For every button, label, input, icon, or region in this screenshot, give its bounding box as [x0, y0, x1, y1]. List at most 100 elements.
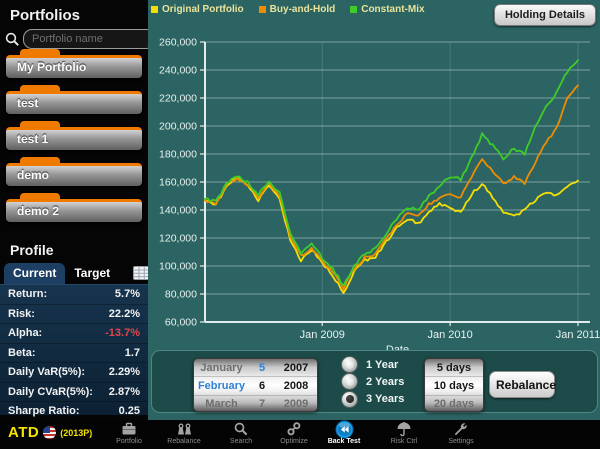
toolbar-item-risk-ctrl[interactable]: Risk Ctrl	[379, 421, 429, 445]
gears-icon	[286, 421, 302, 437]
toolbar-item-rebalance[interactable]: Rebalance	[159, 421, 209, 445]
stat-value: 1.7	[124, 346, 140, 359]
toolbar-item-search[interactable]: Search	[216, 421, 266, 445]
toolbar-item-portfolio[interactable]: Portfolio	[104, 421, 154, 445]
period-label: 3 Years	[366, 393, 405, 406]
date-picker-cell: 7	[258, 398, 266, 411]
stat-value: 2.29%	[108, 366, 140, 379]
holding-details-button[interactable]: Holding Details	[493, 4, 596, 26]
toolbar-item-label: Rebalance	[167, 438, 201, 445]
days-picker-row[interactable]: 20 days	[425, 396, 483, 411]
radio-icon	[341, 373, 358, 391]
date-picker-cell: 5	[258, 361, 266, 374]
portfolio-item[interactable]: My Portfolio	[6, 49, 142, 78]
series-buy-and-hold	[204, 84, 579, 291]
period-radio-2-years[interactable]: 2 Years	[341, 373, 404, 391]
umbrella-icon	[396, 421, 412, 437]
svg-text:200,000: 200,000	[159, 121, 197, 133]
legend-item: Constant-Mix	[350, 4, 425, 15]
rebalance-button[interactable]: Rebalance	[489, 371, 556, 398]
portfolio-item[interactable]: test	[6, 85, 142, 114]
radio-dot	[345, 377, 354, 386]
date-picker-cell: January	[200, 361, 243, 374]
stat-row: Sharpe Ratio: 0.25	[0, 402, 148, 422]
stat-row: Beta: 1.7	[0, 344, 148, 363]
days-picker-cell: 10 days	[433, 379, 475, 392]
rewind-icon	[334, 419, 354, 439]
profile-title: Profile	[10, 242, 54, 258]
radio-icon	[341, 356, 358, 374]
svg-text:180,000: 180,000	[159, 149, 197, 161]
svg-text:Jan 2011: Jan 2011	[556, 329, 600, 341]
stat-label: Beta:	[8, 346, 36, 359]
app-logo: ATD (2013P)	[8, 424, 92, 441]
svg-text:Jan 2009: Jan 2009	[300, 329, 345, 341]
date-picker-cell: February	[197, 379, 246, 392]
legend-label: Buy-and-Hold	[269, 4, 336, 15]
portfolio-item-label: My Portfolio	[17, 60, 87, 74]
toolbar-item-optimize[interactable]: Optimize	[269, 421, 319, 445]
profile-stats-table: Return: 5.7% Risk: 22.2% Alpha: -13.7% Beta: 1.…	[0, 284, 148, 422]
stat-row: Daily CVaR(5%): 2.87%	[0, 383, 148, 402]
radio-icon	[341, 390, 358, 408]
svg-text:120,000: 120,000	[159, 233, 197, 245]
date-picker-cell: 6	[258, 379, 266, 392]
radio-dot	[345, 360, 354, 369]
period-radio-group: 1 Year 2 Years 3 Years	[341, 356, 404, 408]
toolbar-item-label: Optimize	[280, 438, 308, 445]
toolbar-item-label: Search	[229, 438, 253, 445]
date-picker-cell: 2009	[283, 398, 309, 411]
svg-text:160,000: 160,000	[159, 177, 197, 189]
backtest-main-area: Original Portfolio Buy-and-Hold Constant-M…	[148, 0, 600, 420]
date-picker-row[interactable]: January 5 2007	[194, 359, 317, 376]
rebalance-days-picker[interactable]: 5 days 10 days 20 days	[424, 358, 484, 412]
legend-swatch	[151, 6, 158, 13]
legend-label: Original Portfolio	[162, 4, 244, 15]
portfolio-item-label: test	[17, 96, 39, 110]
start-date-picker[interactable]: January 5 2007 February 6 2008 March 7 2009	[193, 358, 318, 412]
period-radio-1-year[interactable]: 1 Year	[341, 356, 404, 374]
stat-value: 2.87%	[108, 385, 140, 398]
legend-item: Buy-and-Hold	[258, 4, 336, 15]
svg-text:260,000: 260,000	[159, 37, 197, 49]
days-picker-row[interactable]: 10 days	[425, 376, 483, 396]
portfolio-search-input[interactable]	[23, 29, 155, 49]
stat-row: Return: 5.7%	[0, 285, 148, 305]
series-constant-mix	[204, 59, 579, 287]
radio-selected-dot	[345, 395, 354, 404]
search-icon	[233, 421, 249, 437]
portfolio-item[interactable]: test 1	[6, 121, 142, 150]
toolbar-item-settings[interactable]: Settings	[436, 421, 486, 445]
toolbar-item-label: Settings	[448, 438, 474, 445]
days-picker-cell: 20 days	[433, 398, 475, 411]
portfolios-sidebar: Portfolios My Portfolio test test 1 demo dem…	[0, 0, 155, 422]
toolbar-item-label: Risk Ctrl	[390, 438, 418, 445]
backtest-controls-panel: January 5 2007 February 6 2008 March 7 2009 1 Ye…	[151, 350, 598, 413]
days-picker-row[interactable]: 5 days	[425, 359, 483, 376]
stat-label: Daily VaR(5%):	[8, 366, 86, 379]
svg-text:100,000: 100,000	[159, 261, 197, 273]
date-picker-cell: 2008	[283, 379, 309, 392]
scales-icon	[176, 421, 193, 437]
stat-value: 5.7%	[114, 288, 140, 301]
portfolio-item[interactable]: demo 2	[6, 193, 142, 222]
search-icon	[5, 32, 19, 46]
svg-text:Jan 2010: Jan 2010	[427, 329, 472, 341]
stat-row: Risk: 22.2%	[0, 305, 148, 324]
date-picker-row[interactable]: February 6 2008	[194, 376, 317, 396]
app-window: Portfolios My Portfolio test test 1 demo dem…	[0, 0, 600, 449]
date-picker-cell: 2007	[283, 361, 309, 374]
portfolio-item[interactable]: demo	[6, 157, 142, 186]
toolbar-item-back-test[interactable]: Back Test	[319, 419, 369, 445]
legend-swatch	[350, 6, 358, 13]
us-flag-icon	[43, 426, 57, 439]
bottom-toolbar: ATD (2013P) Portfolio Rebalance Search Opti…	[0, 419, 600, 449]
portfolio-item-label: demo 2	[17, 204, 60, 218]
stat-label: Risk:	[8, 307, 35, 320]
period-radio-3-years[interactable]: 3 Years	[341, 390, 405, 408]
portfolio-item-label: test 1	[17, 132, 49, 146]
tab-current[interactable]: Current	[4, 262, 66, 284]
date-picker-row[interactable]: March 7 2009	[194, 396, 317, 411]
backtest-line-chart: 60,000 80,000 100,000 120,000 140,000 160,000…	[159, 37, 600, 351]
tab-target[interactable]: Target	[65, 263, 119, 284]
